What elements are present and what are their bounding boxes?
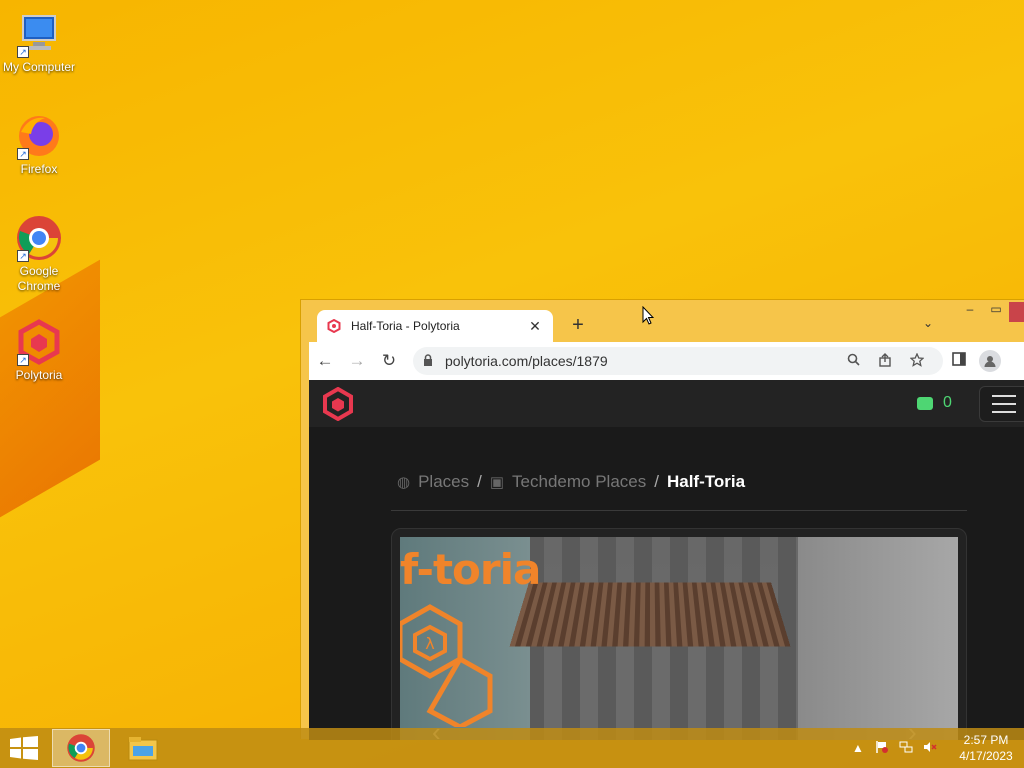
bookmark-star-icon[interactable]: [901, 351, 933, 370]
network-icon[interactable]: [894, 740, 918, 757]
svg-text:λ: λ: [425, 634, 434, 653]
breadcrumb-places-link[interactable]: Places: [418, 472, 469, 492]
breadcrumb: ◍ Places / ▣ Techdemo Places / Half-Tori…: [397, 472, 745, 492]
share-icon[interactable]: [869, 352, 901, 370]
shortcut-arrow-icon: ↗: [17, 250, 29, 262]
start-button[interactable]: [0, 728, 48, 768]
bricks-balance[interactable]: 0: [917, 394, 952, 412]
action-center-flag-icon[interactable]: [870, 740, 894, 757]
chrome-icon: [67, 734, 95, 762]
menu-hamburger-button[interactable]: [979, 386, 1024, 422]
clock-date: 4/17/2023: [959, 749, 1013, 763]
mouse-cursor-icon: [642, 306, 654, 325]
breadcrumb-separator: /: [654, 472, 659, 491]
breadcrumb-current: Half-Toria: [666, 472, 746, 491]
taskbar-file-explorer-button[interactable]: [114, 729, 172, 767]
reload-button[interactable]: ↻: [373, 351, 405, 371]
desktop-icon-label: Google Chrome: [17, 264, 61, 293]
shortcut-arrow-icon: ↗: [17, 354, 29, 366]
tab-close-icon[interactable]: ✕: [527, 318, 543, 335]
profile-avatar-icon[interactable]: [979, 350, 1001, 372]
title-bar[interactable]: Half-Toria - Polytoria ✕ + ⌄ – ▭: [301, 300, 1024, 342]
desktop-icon-firefox[interactable]: ↗ Firefox: [0, 112, 78, 177]
window-close-button[interactable]: [1009, 302, 1024, 322]
polytoria-icon: ↗: [15, 318, 63, 366]
browser-window: Half-Toria - Polytoria ✕ + ⌄ – ▭ ← → ↻ p…: [300, 299, 1024, 740]
file-explorer-icon: [128, 737, 158, 761]
lock-icon[interactable]: [423, 353, 445, 369]
polytoria-favicon-icon: [327, 319, 341, 333]
desktop-icon-google-chrome[interactable]: ↗ Google Chrome: [0, 214, 78, 294]
windows-logo-icon: [10, 736, 38, 760]
place-thumbnail-image: f-toria λ ‹ ›: [400, 537, 958, 740]
site-navbar: 0: [309, 380, 1024, 427]
polytoria-logo-icon[interactable]: [321, 387, 355, 421]
shortcut-arrow-icon: ↗: [17, 148, 29, 160]
tab-half-toria[interactable]: Half-Toria - Polytoria ✕: [317, 310, 553, 342]
taskbar-chrome-button[interactable]: [52, 729, 110, 767]
taskbar: ▲ 2:57 PM 4/17/2023: [0, 728, 1024, 768]
planet-icon: ◍: [397, 474, 411, 491]
place-thumbnail-carousel[interactable]: f-toria λ ‹ ›: [391, 528, 967, 740]
volume-muted-icon[interactable]: [918, 740, 942, 757]
breadcrumb-separator: /: [477, 472, 482, 491]
address-bar[interactable]: polytoria.com/places/1879: [413, 347, 943, 375]
lambda-hex-logo-icon: λ: [400, 604, 493, 727]
browser-toolbar: ← → ↻ polytoria.com/places/1879: [309, 342, 1024, 380]
desktop-icon-label: Polytoria: [15, 368, 63, 382]
firefox-icon: ↗: [15, 112, 63, 160]
tab-search-chevron-icon[interactable]: ⌄: [923, 316, 933, 330]
tab-title: Half-Toria - Polytoria: [351, 319, 460, 333]
forward-button[interactable]: →: [341, 351, 373, 371]
desktop-icon-polytoria[interactable]: ↗ Polytoria: [0, 318, 78, 383]
new-tab-button[interactable]: +: [567, 314, 589, 337]
url-text: polytoria.com/places/1879: [445, 353, 608, 369]
bricks-count: 0: [943, 394, 952, 411]
chip-icon: ▣: [489, 474, 505, 491]
brick-currency-icon: [917, 396, 933, 410]
desktop-icon-label: Firefox: [20, 162, 58, 176]
breadcrumb-category-link[interactable]: Techdemo Places: [512, 472, 646, 492]
page-content: 0 ◍ Places / ▣ Techdemo Places / Half-To…: [309, 380, 1024, 740]
side-panel-icon[interactable]: [943, 352, 975, 370]
clock[interactable]: 2:57 PM 4/17/2023: [956, 732, 1016, 764]
shortcut-arrow-icon: ↗: [17, 46, 29, 58]
system-tray: ▲ 2:57 PM 4/17/2023: [846, 728, 1016, 768]
divider: [391, 510, 967, 511]
zoom-search-icon[interactable]: [837, 353, 869, 369]
thumbnail-title-text: f-toria: [400, 545, 541, 594]
chrome-icon: ↗: [15, 214, 63, 262]
show-hidden-icons-button[interactable]: ▲: [846, 741, 870, 755]
maximize-button[interactable]: ▭: [983, 302, 1009, 322]
minimize-button[interactable]: –: [957, 302, 983, 322]
desktop-icon-label: My Computer: [2, 60, 76, 74]
computer-icon: ↗: [15, 10, 63, 58]
desktop-icon-my-computer[interactable]: ↗ My Computer: [0, 10, 78, 75]
desktop-background-shape: [0, 259, 100, 541]
back-button[interactable]: ←: [309, 351, 341, 371]
clock-time: 2:57 PM: [963, 733, 1009, 747]
